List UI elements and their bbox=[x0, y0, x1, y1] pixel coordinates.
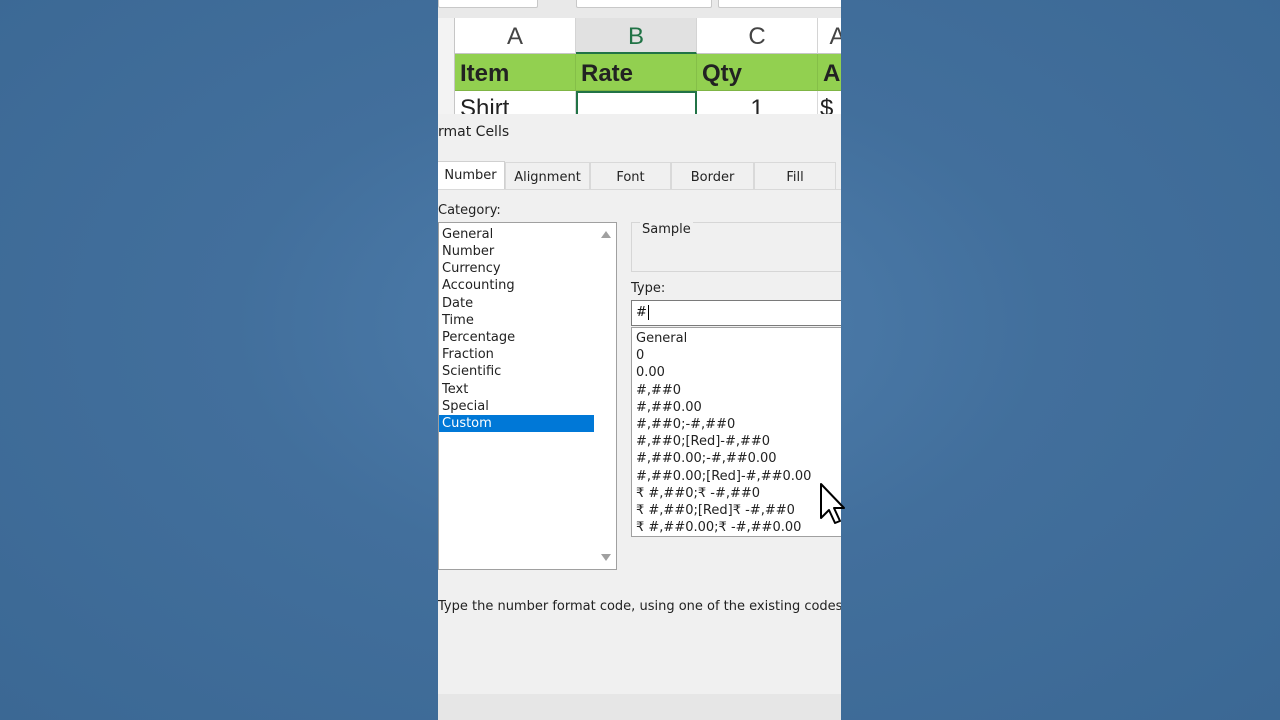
sample-group: Sample bbox=[631, 222, 841, 272]
formula-box-2[interactable] bbox=[718, 0, 841, 8]
formula-bar-area bbox=[438, 0, 841, 18]
cell-qty-value[interactable]: 1 bbox=[697, 91, 818, 114]
category-item-date[interactable]: Date bbox=[439, 295, 594, 312]
category-item-accounting[interactable]: Accounting bbox=[439, 277, 594, 294]
column-header-d[interactable]: A bbox=[818, 18, 841, 54]
category-label: Category: bbox=[438, 203, 501, 218]
type-option[interactable]: #,##0.00;[Red]-#,##0.00 bbox=[636, 468, 811, 485]
scroll-up-arrow-icon[interactable] bbox=[601, 231, 611, 238]
category-item-custom[interactable]: Custom bbox=[439, 415, 594, 432]
category-item-text[interactable]: Text bbox=[439, 381, 594, 398]
type-option[interactable]: ₹ #,##0;[Red]₹ -#,##0 bbox=[636, 502, 795, 519]
format-description: Type the number format code, using one o… bbox=[438, 599, 841, 614]
type-option[interactable]: General bbox=[636, 330, 687, 347]
type-option[interactable]: 0 bbox=[636, 347, 644, 364]
category-item-time[interactable]: Time bbox=[439, 312, 594, 329]
sample-label: Sample bbox=[640, 222, 693, 237]
category-item-number[interactable]: Number bbox=[439, 243, 594, 260]
cell-qty-header[interactable]: Qty bbox=[697, 54, 818, 91]
text-caret bbox=[647, 305, 649, 320]
column-header-c[interactable]: C bbox=[697, 18, 818, 54]
cell-item-value[interactable]: Shirt bbox=[455, 91, 576, 114]
type-option[interactable]: 0.00 bbox=[636, 364, 665, 381]
dialog-title: rmat Cells bbox=[438, 124, 510, 140]
type-option[interactable]: #,##0.00 bbox=[636, 399, 702, 416]
type-option[interactable]: #,##0 bbox=[636, 382, 681, 399]
row-header-strip bbox=[438, 18, 455, 114]
video-frame: A B C A Item Rate Qty A Shirt 1 $ rmat C… bbox=[438, 0, 841, 720]
tab-border[interactable]: Border bbox=[671, 162, 754, 189]
tab-number[interactable]: Number bbox=[438, 161, 505, 189]
cell-rate-header[interactable]: Rate bbox=[576, 54, 697, 91]
type-label: Type: bbox=[631, 281, 666, 296]
tab-font[interactable]: Font bbox=[590, 162, 671, 189]
column-header-b[interactable]: B bbox=[576, 18, 697, 54]
column-header-a[interactable]: A bbox=[455, 18, 576, 54]
type-option[interactable]: #,##0.00;-#,##0.00 bbox=[636, 450, 777, 467]
type-input-value: # bbox=[636, 305, 647, 320]
dialog-tabs: Number Alignment Font Border Fill bbox=[438, 161, 841, 190]
category-item-special[interactable]: Special bbox=[439, 398, 594, 415]
dialog-footer bbox=[438, 694, 841, 720]
category-item-scientific[interactable]: Scientific bbox=[439, 363, 594, 380]
category-item-general[interactable]: General bbox=[439, 226, 594, 243]
category-scrollbar[interactable] bbox=[596, 223, 616, 569]
cell-amount-header[interactable]: A bbox=[818, 54, 841, 91]
cell-amount-value[interactable]: $ bbox=[818, 91, 841, 114]
mouse-pointer-icon bbox=[820, 483, 845, 524]
type-option[interactable]: #,##0;-#,##0 bbox=[636, 416, 735, 433]
name-box[interactable] bbox=[438, 0, 538, 8]
category-item-fraction[interactable]: Fraction bbox=[439, 346, 594, 363]
scroll-down-arrow-icon[interactable] bbox=[601, 554, 611, 561]
type-option[interactable]: ₹ #,##0.00;₹ -#,##0.00 bbox=[636, 519, 801, 536]
category-item-percentage[interactable]: Percentage bbox=[439, 329, 594, 346]
type-list[interactable]: General 0 0.00 #,##0 #,##0.00 #,##0;-#,#… bbox=[631, 327, 841, 537]
cell-rate-value[interactable] bbox=[576, 91, 697, 114]
tab-fill[interactable]: Fill bbox=[754, 162, 836, 189]
type-option[interactable]: #,##0;[Red]-#,##0 bbox=[636, 433, 770, 450]
category-item-currency[interactable]: Currency bbox=[439, 260, 594, 277]
formula-box[interactable] bbox=[576, 0, 712, 8]
spreadsheet: A B C A Item Rate Qty A Shirt 1 $ bbox=[438, 0, 841, 114]
type-input[interactable]: # bbox=[631, 300, 841, 326]
category-list[interactable]: General Number Currency Accounting Date … bbox=[438, 222, 617, 570]
tab-alignment[interactable]: Alignment bbox=[505, 162, 590, 189]
cell-item-header[interactable]: Item bbox=[455, 54, 576, 91]
type-option[interactable]: ₹ #,##0;₹ -#,##0 bbox=[636, 485, 760, 502]
